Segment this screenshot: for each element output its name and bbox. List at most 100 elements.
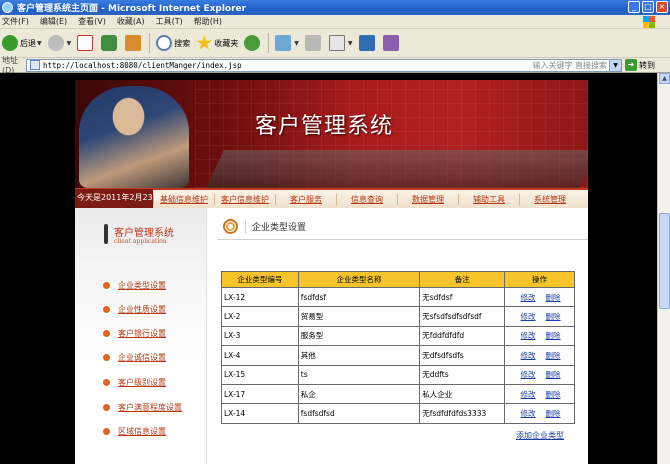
window-title-bar: 客户管理系统主页面 - Microsoft Internet Explorer … [0,0,670,15]
sidebar-item-satisfaction[interactable]: 客户满意程度设置 [103,402,182,413]
edit-button[interactable]: ▼ [328,35,353,51]
edit-link[interactable]: 修改 [521,390,536,399]
cell-code: LX-2 [221,306,299,327]
sidebar-item-label: 客户级别设置 [118,378,166,387]
refresh-icon [101,35,118,51]
sidebar-item-enterprise-type[interactable]: 企业类型设置 [103,280,166,291]
scrollbar-thumb[interactable] [659,213,670,309]
media-button[interactable] [244,35,262,51]
vertical-scrollbar[interactable]: ▲ [657,73,670,464]
menu-help[interactable]: 帮助(H) [194,16,222,27]
media-icon [244,35,261,51]
nav-item-client-service[interactable]: 客户服务 [275,193,336,205]
menu-edit[interactable]: 编辑(E) [40,16,67,27]
menu-favorites[interactable]: 收藏(A) [117,16,145,27]
nav-item-client-info[interactable]: 客户信息维护 [214,193,275,205]
column-header-code: 企业类型编号 [221,271,299,288]
cell-remark: 无sdfdsf [419,286,506,308]
maximize-icon[interactable]: □ [642,1,654,13]
delete-link[interactable]: 删除 [546,293,561,302]
edit-link[interactable]: 修改 [521,293,536,302]
cell-name: fsdfdsf [297,286,421,308]
toolbar: 后退 ▼ ▼ 搜索 收藏夹 ▼ ▼ [0,29,670,58]
menu-tools[interactable]: 工具(T) [156,16,183,27]
cell-code: LX-12 [221,286,299,308]
go-button[interactable]: ➔ 转到 [625,59,655,71]
cell-code: LX-14 [221,403,299,424]
mail-button[interactable]: ▼ [275,35,299,51]
search-label: 搜索 [174,38,191,48]
delete-link[interactable]: 删除 [546,409,561,418]
sidebar-item-enterprise-nature[interactable]: 企业性质设置 [103,304,166,315]
printer-icon [304,35,321,51]
nav-item-tools[interactable]: 辅助工具 [458,193,519,205]
messenger-button[interactable] [358,35,377,51]
menu-bar: 文件(F) 编辑(E) 查看(V) 收藏(A) 工具(T) 帮助(H) [0,15,670,29]
back-button[interactable]: 后退 ▼ [2,35,42,51]
delete-link[interactable]: 删除 [546,312,561,321]
section-target-icon [223,219,238,234]
nav-item-system[interactable]: 系统管理 [519,193,580,205]
sidebar-item-label: 客户满意程度设置 [118,403,182,412]
add-enterprise-type-link[interactable]: 添加企业类型 [516,430,564,441]
edit-page-icon [328,35,345,51]
edit-link[interactable]: 修改 [521,312,536,321]
menu-view[interactable]: 查看(V) [78,16,106,27]
favorites-button[interactable]: 收藏夹 [196,35,238,51]
nav-item-query[interactable]: 信息查询 [336,193,397,205]
cell-code: LX-4 [221,345,299,366]
edit-link[interactable]: 修改 [521,370,536,379]
sidebar-item-client-bank[interactable]: 客户银行设置 [103,328,166,339]
chevron-down-icon[interactable]: ▼ [609,59,621,71]
chevron-down-icon[interactable]: ▼ [348,40,353,47]
address-input[interactable]: http://localhost:8080/clientManger/index… [26,58,622,72]
edit-link[interactable]: 修改 [521,351,536,360]
print-button[interactable] [304,35,323,51]
forward-button[interactable]: ▼ [47,35,72,51]
cell-actions: 修改 删除 [504,306,575,327]
chevron-down-icon[interactable]: ▼ [37,40,42,47]
research-button[interactable] [382,35,401,51]
stop-icon [77,35,94,51]
sidebar-item-region[interactable]: 区域信息设置 [103,426,166,437]
minimize-icon[interactable]: _ [628,1,640,13]
search-button[interactable]: 搜索 [156,35,190,51]
star-icon [196,35,212,50]
chevron-down-icon[interactable]: ▼ [67,40,72,47]
sidebar-item-enterprise-credit[interactable]: 企业诚信设置 [103,352,166,363]
cell-actions: 修改 删除 [504,286,575,308]
enterprise-type-table: 企业类型编号 企业类型名称 备注 操作 LX-12 fsdfdsf 无sdfds… [221,271,575,424]
bullet-icon [103,428,110,435]
go-arrow-icon: ➔ [625,59,637,71]
delete-link[interactable]: 删除 [546,351,561,360]
stop-button[interactable] [77,35,95,51]
menu-file[interactable]: 文件(F) [2,16,29,27]
edit-link[interactable]: 修改 [521,331,536,340]
close-icon[interactable]: × [656,1,668,13]
column-header-name: 企业类型名称 [297,271,421,288]
column-header-remark: 备注 [419,271,506,288]
delete-link[interactable]: 删除 [546,390,561,399]
delete-link[interactable]: 删除 [546,370,561,379]
nav-item-data-management[interactable]: 数据管理 [397,193,458,205]
research-icon [382,35,399,51]
page-content: 客户管理系统 今天是2011年2月23日 基础信息维护 客户信息维护 客户服务 … [75,80,588,464]
cell-actions: 修改 删除 [504,403,575,424]
delete-link[interactable]: 删除 [546,331,561,340]
sidebar-item-client-level[interactable]: 客户级别设置 [103,377,166,388]
cell-remark: 无sfsdfsdfsdfsdf [419,306,506,327]
home-button[interactable] [125,35,143,51]
table-row: LX-4 其他 无dfsdfsdfs 修改 删除 [221,345,575,366]
cell-name: 其他 [297,345,421,366]
home-icon [125,35,142,51]
scroll-up-icon[interactable]: ▲ [659,73,670,84]
cell-remark: 无fddfdfdfd [419,325,506,347]
chevron-down-icon[interactable]: ▼ [294,40,299,47]
sidebar-item-label: 客户银行设置 [118,329,166,338]
nav-item-basic-info[interactable]: 基础信息维护 [153,193,214,205]
refresh-button[interactable] [101,35,119,51]
table-row: LX-3 服务型 无fddfdfdfd 修改 删除 [221,325,575,347]
cell-code: LX-3 [221,325,299,347]
address-url[interactable]: http://localhost:8080/clientManger/index… [43,61,242,70]
edit-link[interactable]: 修改 [521,409,536,418]
